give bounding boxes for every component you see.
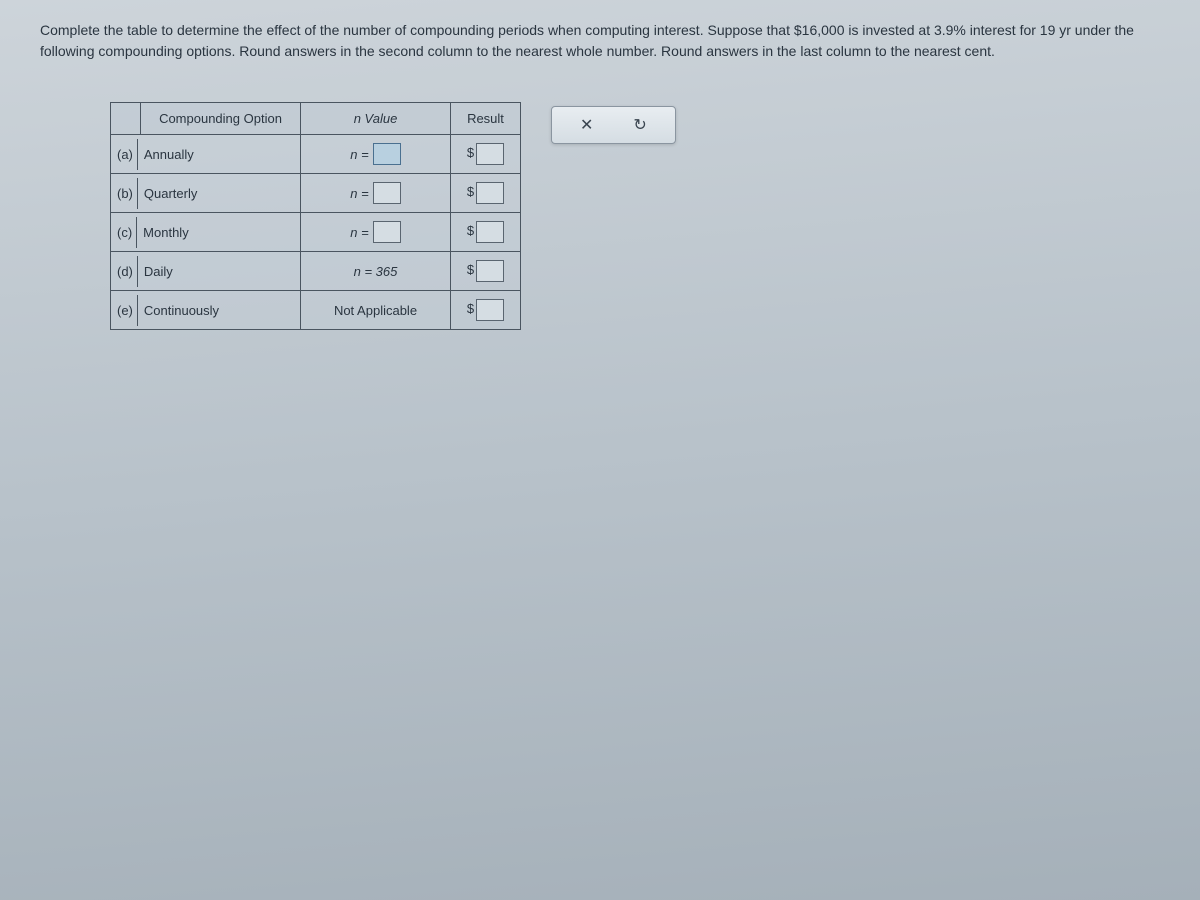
nvalue-cell: Not Applicable (301, 291, 451, 330)
nvalue-cell: n = (301, 213, 451, 252)
table-row: (a) Annually n = $ (111, 135, 521, 174)
header-blank (111, 103, 141, 135)
result-cell: $ (451, 252, 521, 291)
dollar-sign: $ (467, 262, 474, 277)
n-equals-label: n = (350, 186, 368, 201)
close-button[interactable]: ✕ (580, 115, 593, 135)
row-option: Quarterly (138, 178, 300, 209)
dollar-sign: $ (467, 301, 474, 316)
table-row: (b) Quarterly n = $ (111, 174, 521, 213)
nvalue-cell: n = (301, 135, 451, 174)
row-option: Annually (138, 139, 300, 170)
row-option: Daily (138, 256, 300, 287)
row-option: Continuously (138, 295, 300, 326)
result-input[interactable] (476, 221, 504, 243)
reset-button[interactable]: ↻ (633, 115, 646, 135)
n-equals-label: n = (350, 147, 368, 162)
header-compounding: Compounding Option (141, 103, 301, 135)
n-equals-label: n = (350, 225, 368, 240)
close-icon: ✕ (580, 117, 593, 134)
n-input[interactable] (373, 182, 401, 204)
table-row: (c) Monthly n = $ (111, 213, 521, 252)
n-equals-label-fixed: n = 365 (354, 264, 398, 279)
answer-toolbar: ✕ ↻ (551, 106, 676, 144)
dollar-sign: $ (467, 184, 474, 199)
dollar-sign: $ (467, 223, 474, 238)
result-input[interactable] (476, 260, 504, 282)
table-row: (e) Continuously Not Applicable $ (111, 291, 521, 330)
row-letter: (e) (111, 295, 137, 326)
nvalue-cell: n = (301, 174, 451, 213)
content-area: Compounding Option n Value Result (a) An… (40, 102, 1160, 330)
header-nvalue: n Value (301, 103, 451, 135)
header-result: Result (451, 103, 521, 135)
not-applicable-label: Not Applicable (334, 303, 417, 318)
row-letter: (c) (111, 217, 136, 248)
reset-icon: ↻ (633, 117, 646, 134)
dollar-sign: $ (467, 145, 474, 160)
row-letter: (d) (111, 256, 137, 287)
compounding-table: Compounding Option n Value Result (a) An… (110, 102, 521, 330)
result-cell: $ (451, 174, 521, 213)
problem-instructions: Complete the table to determine the effe… (40, 20, 1160, 62)
nvalue-cell: n = 365 (301, 252, 451, 291)
result-cell: $ (451, 213, 521, 252)
n-input[interactable] (373, 143, 401, 165)
row-option: Monthly (137, 217, 300, 248)
result-input[interactable] (476, 299, 504, 321)
table-row: (d) Daily n = 365 $ (111, 252, 521, 291)
result-cell: $ (451, 135, 521, 174)
row-letter: (a) (111, 139, 137, 170)
row-letter: (b) (111, 178, 137, 209)
result-input[interactable] (476, 182, 504, 204)
result-input[interactable] (476, 143, 504, 165)
n-input[interactable] (373, 221, 401, 243)
result-cell: $ (451, 291, 521, 330)
